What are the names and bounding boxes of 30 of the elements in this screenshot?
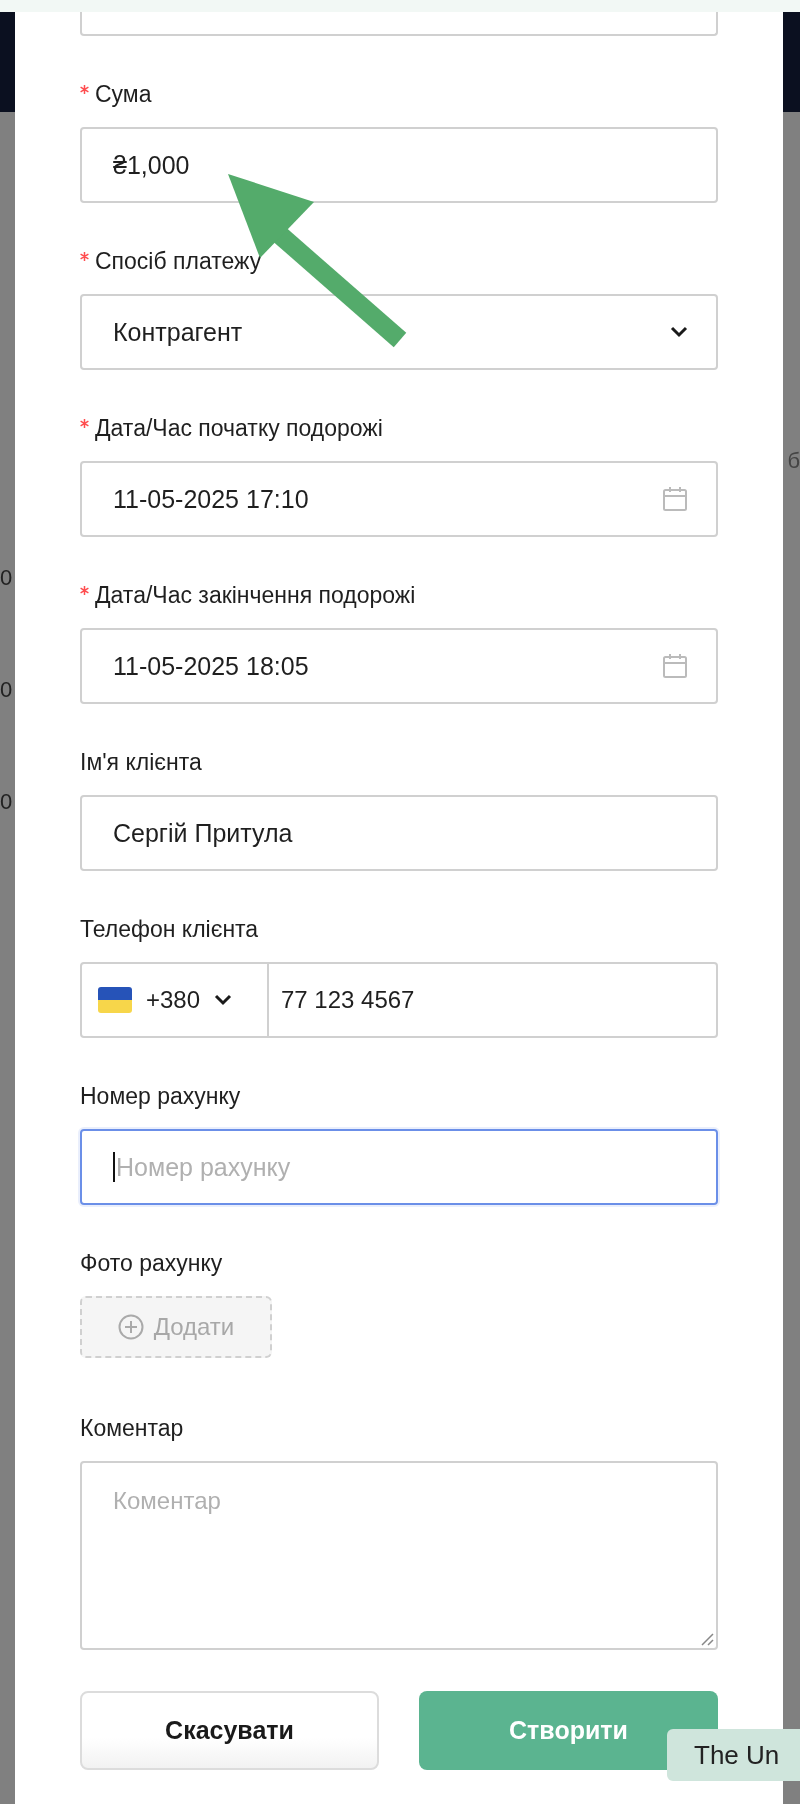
field-label: Дата/Час закінчення подорожі: [95, 583, 416, 607]
chevron-down-icon: [214, 994, 233, 1006]
field-label: Спосіб платежу: [95, 249, 262, 273]
background-text: б: [787, 448, 800, 474]
date-input[interactable]: 11-05-2025 17:10: [80, 461, 718, 537]
field-label: Коментар: [80, 1416, 184, 1440]
date-input[interactable]: 11-05-2025 18:05: [80, 628, 718, 704]
field-label: Номер рахунку: [80, 1084, 241, 1108]
flag-icon: [98, 987, 132, 1013]
plus-circle-icon: [117, 1314, 144, 1340]
cancel-button[interactable]: Скасувати: [80, 1691, 379, 1770]
field-label: Сума: [95, 82, 152, 106]
resize-grip-icon: [700, 1632, 714, 1646]
tooltip: The Un: [667, 1729, 800, 1781]
chevron-down-icon: [670, 326, 688, 338]
field-label: Фото рахунку: [80, 1251, 223, 1275]
country-code-select[interactable]: +380: [80, 962, 269, 1038]
calendar-icon: [662, 486, 688, 512]
text-input[interactable]: [80, 12, 718, 36]
phone-number-input[interactable]: 77 123 4567: [269, 962, 718, 1038]
field-label: Телефон клієнта: [80, 917, 259, 941]
calendar-icon: [662, 653, 688, 679]
text-input[interactable]: ₴1,000: [80, 127, 718, 203]
select-field[interactable]: Контрагент: [80, 294, 718, 370]
field-label: Дата/Час початку подорожі: [95, 416, 383, 440]
background-text: 0: [0, 789, 13, 815]
background-text: 0: [0, 565, 13, 591]
text-input[interactable]: Сергій Притула: [80, 795, 718, 871]
field-label: Ім'я клієнта: [80, 750, 202, 774]
background-text: 0: [0, 677, 13, 703]
